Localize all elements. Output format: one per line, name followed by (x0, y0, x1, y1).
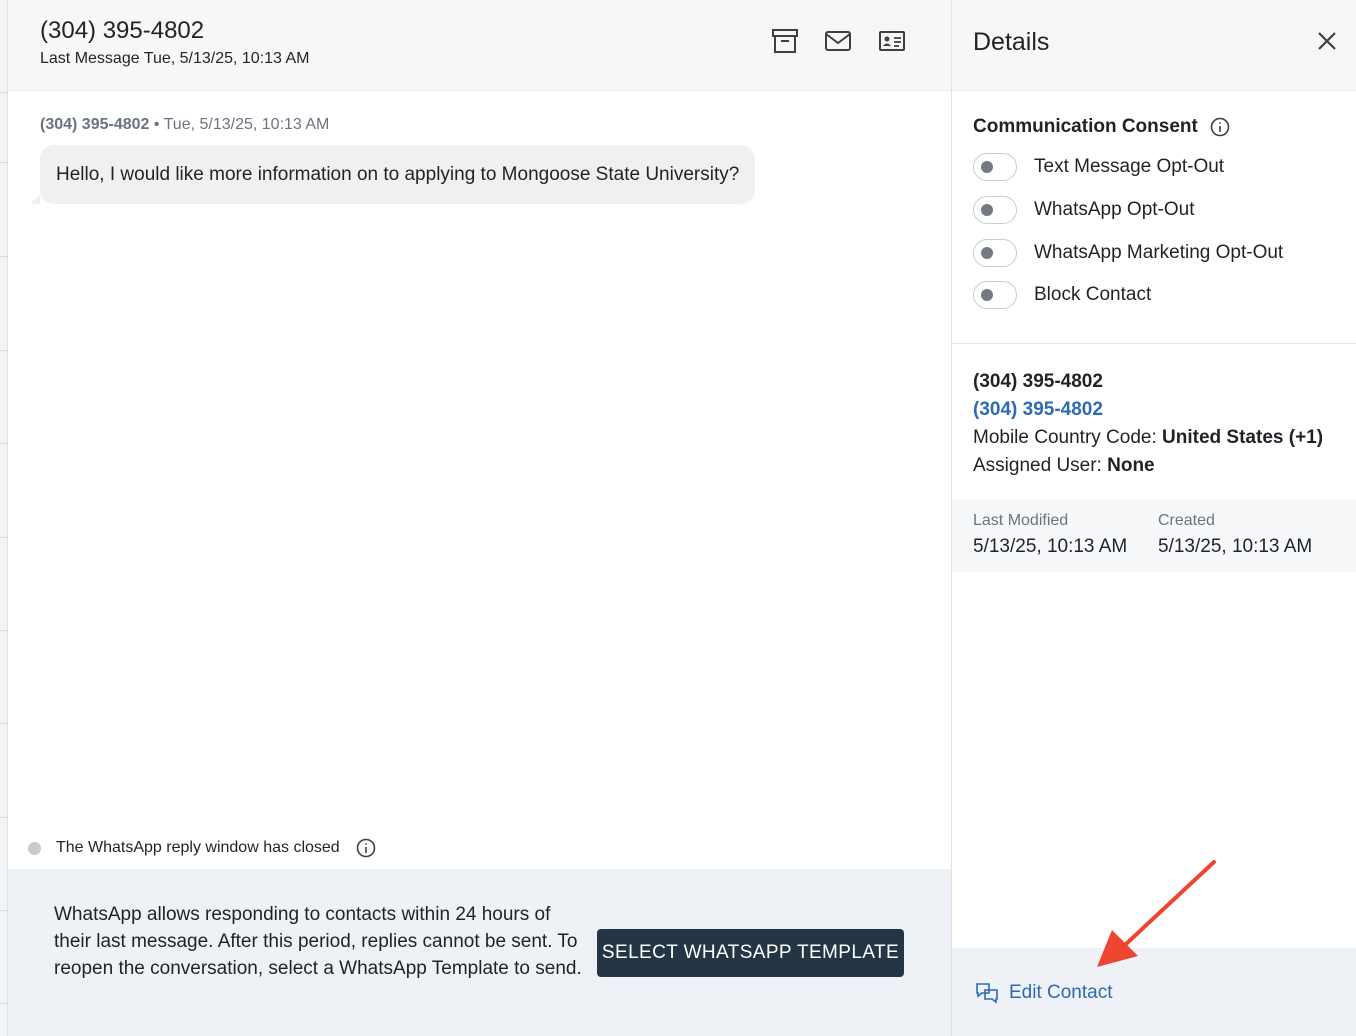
envelope-icon[interactable] (823, 27, 853, 55)
dates-section: Last Modified 5/13/25, 10:13 AM Created … (952, 499, 1356, 572)
contact-info: (304) 395-4802 (304) 395-4802 Mobile Cou… (973, 368, 1323, 480)
background-list-edge (0, 0, 8, 1036)
last-message-time: Last Message Tue, 5/13/25, 10:13 AM (40, 50, 310, 67)
section-divider (952, 343, 1356, 344)
details-footer: Edit Contact (952, 948, 1356, 1036)
toggle-switch[interactable] (973, 196, 1017, 224)
toggle-switch[interactable] (973, 153, 1017, 181)
info-icon[interactable] (1210, 117, 1230, 137)
conversation-panel: (304) 395-4802 Last Message Tue, 5/13/25… (8, 0, 951, 1036)
toggle-label: WhatsApp Marketing Opt-Out (1034, 242, 1284, 263)
message-timestamp: • Tue, 5/13/25, 10:13 AM (149, 116, 330, 133)
toggle-label: Text Message Opt-Out (1034, 156, 1225, 177)
text-message-opt-out-toggle[interactable]: Text Message Opt-Out (973, 152, 1224, 182)
toggle-label: Block Contact (1034, 284, 1152, 305)
mobile-country-code: Mobile Country Code: United States (+1) (973, 427, 1324, 448)
created: Created 5/13/25, 10:13 AM (1158, 512, 1313, 557)
whatsapp-opt-out-toggle[interactable]: WhatsApp Opt-Out (973, 195, 1195, 225)
status-dot (28, 841, 41, 855)
conversation-title: (304) 395-4802 (40, 17, 205, 44)
close-icon[interactable] (1316, 30, 1338, 52)
edit-contact-label: Edit Contact (1009, 982, 1113, 1003)
reply-window-notice: The WhatsApp reply window has closed (28, 836, 376, 860)
toggle-switch[interactable] (973, 239, 1017, 267)
edit-contact-button[interactable]: Edit Contact (974, 981, 1113, 1005)
assigned-user: Assigned User: None (973, 455, 1155, 476)
toggle-label: WhatsApp Opt-Out (1034, 199, 1195, 220)
consent-heading-text: Communication Consent (973, 116, 1198, 137)
details-title: Details (973, 28, 1050, 56)
contact-card-icon[interactable] (877, 27, 907, 55)
whatsapp-marketing-opt-out-toggle[interactable]: WhatsApp Marketing Opt-Out (973, 238, 1283, 268)
communication-consent-heading: Communication Consent (973, 116, 1230, 138)
details-header: Details (952, 0, 1356, 91)
message-bubble-tail (30, 194, 40, 204)
conversation-footer: WhatsApp allows responding to contacts w… (8, 869, 951, 1036)
message-bubble: Hello, I would like more information on … (40, 145, 756, 204)
block-contact-toggle[interactable]: Block Contact (973, 280, 1151, 310)
details-panel: Details Communication Consent Text Messa… (951, 0, 1356, 1036)
last-modified: Last Modified 5/13/25, 10:13 AM (973, 512, 1128, 557)
message-sender: (304) 395-4802 (40, 116, 150, 133)
select-whatsapp-template-button[interactable]: SELECT WHATSAPP TEMPLATE (597, 929, 904, 977)
info-icon[interactable] (356, 838, 376, 858)
reply-window-text: The WhatsApp reply window has closed (56, 839, 340, 856)
chat-bubbles-icon (974, 981, 1000, 1005)
message-meta: (304) 395-4802 • Tue, 5/13/25, 10:13 AM (40, 116, 329, 134)
whatsapp-window-explanation: WhatsApp allows responding to contacts w… (54, 904, 582, 979)
contact-phone-link[interactable]: (304) 395-4802 (973, 396, 1323, 424)
archive-icon[interactable] (770, 27, 800, 55)
conversation-header: (304) 395-4802 Last Message Tue, 5/13/25… (8, 0, 951, 91)
toggle-switch[interactable] (973, 281, 1017, 309)
contact-name: (304) 395-4802 (973, 371, 1103, 392)
